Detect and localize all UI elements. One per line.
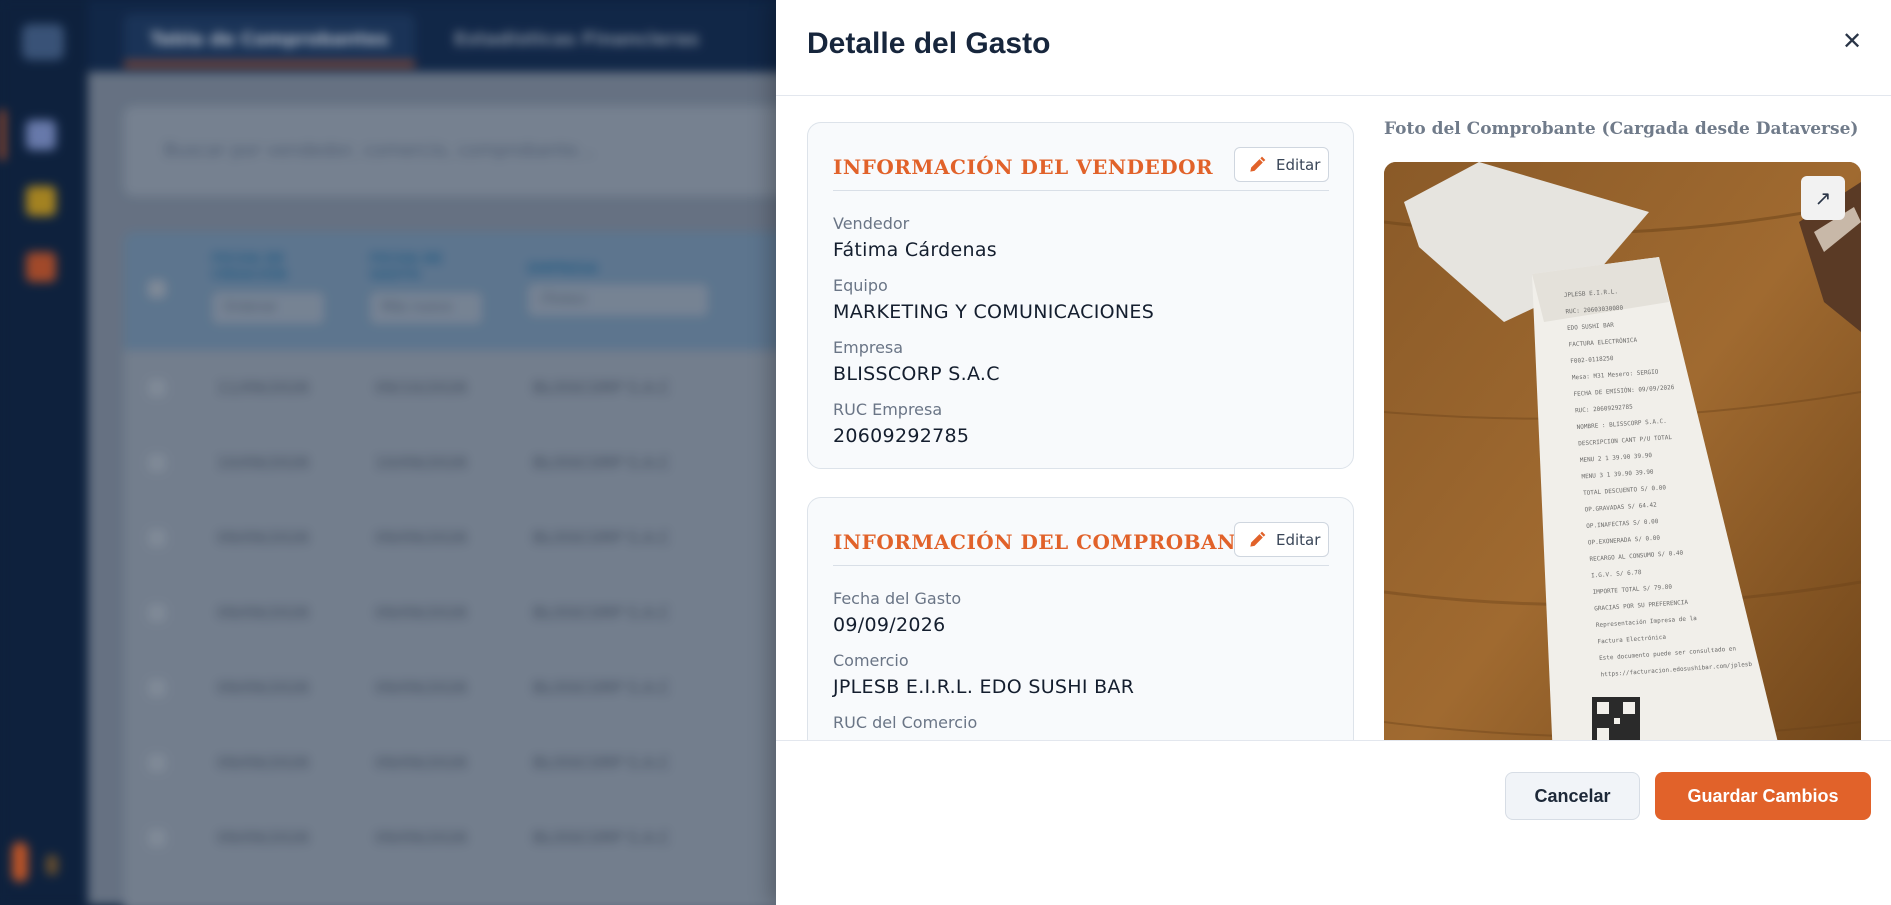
field-label-merchant-ruc: RUC del Comercio — [833, 713, 978, 732]
field-label-vendor: Vendedor — [833, 214, 910, 233]
field-label-company-ruc: RUC Empresa — [833, 400, 943, 419]
expense-detail-drawer: Detalle del Gasto ✕ INFORMACIÓN DEL VEND… — [776, 0, 1891, 905]
field-value-company-ruc: 20609292785 — [833, 425, 970, 447]
field-label-merchant: Comercio — [833, 651, 909, 670]
field-value-merchant: JPLESB E.I.R.L. EDO SUSHI BAR — [833, 676, 1135, 698]
field-value-expense-date: 09/09/2026 — [833, 614, 946, 636]
expand-icon[interactable]: ↗ — [1801, 176, 1845, 220]
drawer-body[interactable]: INFORMACIÓN DEL VENDEDOR Editar Vendedor… — [776, 97, 1891, 740]
close-icon[interactable]: ✕ — [1839, 28, 1865, 54]
pencil-icon — [1250, 156, 1266, 172]
vendor-info-card: INFORMACIÓN DEL VENDEDOR Editar Vendedor… — [807, 122, 1354, 469]
field-label-expense-date: Fecha del Gasto — [833, 589, 962, 608]
card-header: INFORMACIÓN DEL COMPROBANTE Editar — [833, 522, 1329, 566]
field-value-team: MARKETING Y COMUNICACIONES — [833, 301, 1155, 323]
card-title-receipt: INFORMACIÓN DEL COMPROBANTE — [833, 530, 1267, 554]
cancel-button[interactable]: Cancelar — [1505, 772, 1640, 820]
drawer-header: Detalle del Gasto ✕ — [776, 0, 1891, 96]
card-title-vendor: INFORMACIÓN DEL VENDEDOR — [833, 155, 1214, 179]
edit-label: Editar — [1276, 156, 1321, 174]
page-title: Detalle del Gasto — [807, 27, 1051, 60]
card-header: INFORMACIÓN DEL VENDEDOR Editar — [833, 147, 1329, 191]
edit-receipt-button[interactable]: Editar — [1234, 522, 1329, 557]
receipt-photo-label: Foto del Comprobante (Cargada desde Data… — [1384, 119, 1859, 139]
field-label-company: Empresa — [833, 338, 904, 357]
edit-vendor-button[interactable]: Editar — [1234, 147, 1329, 182]
receipt-photo-image: JPLESB E.I.R.L.RUC: 20603030080EDO SUSHI… — [1384, 162, 1861, 740]
field-label-team: Equipo — [833, 276, 888, 295]
save-button[interactable]: Guardar Cambios — [1655, 772, 1871, 820]
field-value-company: BLISSCORP S.A.C — [833, 363, 1000, 385]
drawer-footer: Cancelar Guardar Cambios — [776, 740, 1891, 905]
receipt-photo[interactable]: JPLESB E.I.R.L. RUC: 20603030080 EDO SUSHI… — [1384, 162, 1861, 740]
field-value-vendor: Fátima Cárdenas — [833, 239, 997, 261]
pencil-icon — [1250, 531, 1266, 547]
receipt-info-card: INFORMACIÓN DEL COMPROBANTE Editar Fecha… — [807, 497, 1354, 740]
edit-label: Editar — [1276, 531, 1321, 549]
